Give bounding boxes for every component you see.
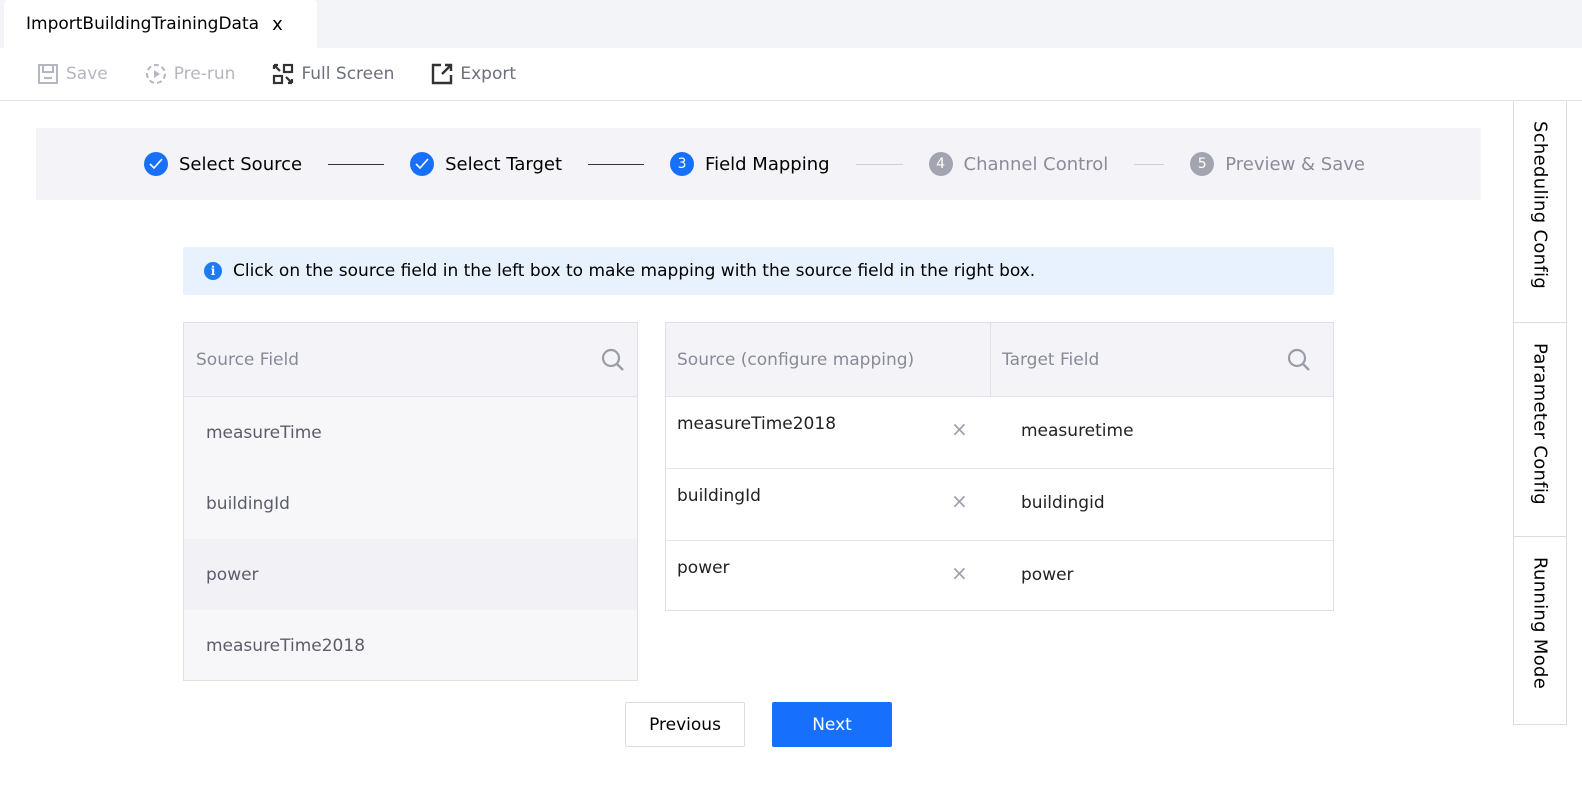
side-tab-label: Parameter Config <box>1529 343 1551 505</box>
tab-bar: ImportBuildingTrainingData x <box>0 0 1582 48</box>
export-icon <box>432 63 453 85</box>
mapping-row: buildingId × buildingid <box>666 469 1333 541</box>
full-screen-label: Full Screen <box>301 64 395 84</box>
source-field-item[interactable]: measureTime2018 <box>184 610 637 681</box>
pre-run-button[interactable]: Pre-run <box>145 63 236 85</box>
step-connector <box>328 163 385 165</box>
source-field-box: Source Field measureTime buildingId powe… <box>183 322 638 681</box>
close-tab-icon[interactable]: x <box>272 14 283 35</box>
side-tab-running-mode[interactable]: Running Mode <box>1514 537 1566 723</box>
save-button[interactable]: Save <box>37 63 108 85</box>
step-preview-save: 5 Preview & Save <box>1190 152 1365 176</box>
mapping-table-header: Source (configure mapping) Target Field <box>666 323 1333 397</box>
remove-mapping-icon[interactable]: × <box>951 561 968 585</box>
source-field-name: power <box>206 564 259 585</box>
mapped-source-field: measureTime2018 <box>677 414 837 434</box>
step-number: 3 <box>670 152 695 176</box>
side-panel: Scheduling Config Parameter Config Runni… <box>1513 101 1567 725</box>
check-icon <box>144 152 168 176</box>
target-field-column-header: Target Field <box>991 323 1333 396</box>
source-field-name: measureTime2018 <box>206 635 366 656</box>
toolbar: Save Pre-run Full Screen Export <box>0 48 1582 101</box>
side-tab-scheduling-config[interactable]: Scheduling Config <box>1514 101 1566 323</box>
source-field-name: buildingId <box>206 493 290 514</box>
stepper: Select Source Select Target 3 Field Mapp… <box>36 128 1481 200</box>
check-icon <box>410 152 435 176</box>
mapping-row: measureTime2018 × measuretime <box>666 397 1333 469</box>
step-label: Select Source <box>179 153 303 175</box>
side-tab-label: Running Mode <box>1529 557 1551 690</box>
mapping-table: Source (configure mapping) Target Field … <box>665 322 1334 611</box>
search-icon[interactable] <box>1287 348 1311 372</box>
step-number: 5 <box>1190 152 1215 176</box>
search-icon[interactable] <box>601 348 625 372</box>
full-screen-button[interactable]: Full Screen <box>272 63 394 85</box>
target-field-title: Target Field <box>1002 349 1100 370</box>
step-field-mapping: 3 Field Mapping <box>670 152 830 176</box>
info-banner: i Click on the source field in the left … <box>183 247 1334 295</box>
side-tab-parameter-config[interactable]: Parameter Config <box>1514 323 1566 537</box>
step-number: 4 <box>928 152 953 176</box>
step-label: Field Mapping <box>705 153 830 175</box>
source-field-name: measureTime <box>206 422 322 443</box>
pre-run-label: Pre-run <box>173 64 236 84</box>
mapped-source-field: power <box>677 558 730 578</box>
target-field-name: measuretime <box>1021 421 1134 441</box>
previous-button[interactable]: Previous <box>625 702 745 747</box>
step-select-target: Select Target <box>410 152 562 176</box>
mapped-source-field: buildingId <box>677 486 761 506</box>
export-label: Export <box>460 64 517 84</box>
source-field-title: Source Field <box>196 349 300 370</box>
side-tab-label: Scheduling Config <box>1529 121 1551 290</box>
mapping-row: power × power <box>666 541 1333 613</box>
step-channel-control: 4 Channel Control <box>928 152 1109 176</box>
save-label: Save <box>66 64 108 84</box>
source-field-item[interactable]: power <box>184 539 637 610</box>
play-circle-icon <box>145 64 166 84</box>
step-select-source: Select Source <box>144 152 302 176</box>
source-mapping-column-header: Source (configure mapping) <box>666 323 991 396</box>
remove-mapping-icon[interactable]: × <box>951 417 968 441</box>
step-connector <box>588 163 645 165</box>
source-field-item[interactable]: buildingId <box>184 468 637 539</box>
step-connector <box>1134 163 1165 165</box>
step-label: Channel Control <box>963 153 1109 175</box>
step-label: Select Target <box>445 153 563 175</box>
info-icon: i <box>204 262 222 280</box>
step-label: Preview & Save <box>1225 153 1365 175</box>
tab-title: ImportBuildingTrainingData <box>26 14 260 34</box>
fullscreen-icon <box>273 63 294 85</box>
step-connector <box>855 163 903 165</box>
remove-mapping-icon[interactable]: × <box>951 489 968 513</box>
info-text: Click on the source field in the left bo… <box>233 261 1036 281</box>
next-button[interactable]: Next <box>772 702 892 747</box>
tab-import-building-training-data[interactable]: ImportBuildingTrainingData x <box>4 0 317 48</box>
export-button[interactable]: Export <box>431 63 516 85</box>
save-icon <box>38 64 58 84</box>
target-field-name: power <box>1021 565 1074 585</box>
source-field-header: Source Field <box>184 323 637 397</box>
target-field-name: buildingid <box>1021 493 1105 513</box>
source-field-item[interactable]: measureTime <box>184 397 637 468</box>
